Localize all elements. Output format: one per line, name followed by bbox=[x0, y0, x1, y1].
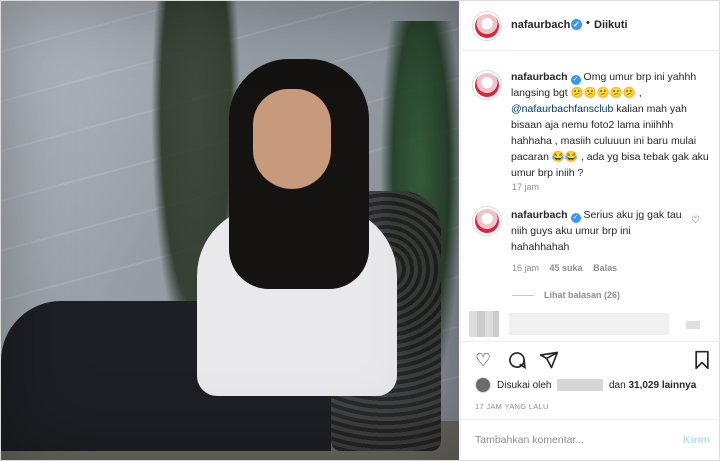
author-username[interactable]: nafaurbach bbox=[511, 19, 570, 31]
verified-badge-icon: ✓ bbox=[570, 213, 581, 223]
bookmark-icon[interactable] bbox=[693, 350, 711, 374]
liked-by-prefix: Disukai oleh bbox=[497, 380, 552, 391]
heart-icon[interactable]: ♡ bbox=[475, 350, 491, 370]
caption-text: nafaurbach ✓ Omg umur brp ini yahhh langs… bbox=[511, 69, 711, 181]
follow-status-button[interactable]: Diikuti bbox=[594, 19, 628, 31]
view-replies-label: Lihat balasan (26) bbox=[544, 290, 621, 300]
verified-badge-icon: ✓ bbox=[570, 75, 581, 85]
caption-username[interactable]: nafaurbach bbox=[511, 71, 568, 83]
caption-mention-link[interactable]: @nafaurbachfansclub bbox=[511, 103, 613, 115]
likes-count: 31,029 bbox=[628, 380, 660, 391]
likes-summary: Disukai oleh dan 31,029 lainnya bbox=[475, 377, 715, 395]
comment-input[interactable]: Tambahkan komentar... bbox=[475, 434, 584, 446]
send-button[interactable]: Kirim bbox=[683, 434, 710, 446]
comment-text: nafaurbach ✓ Serius aku jg gak tau niih g… bbox=[511, 207, 683, 255]
likes-rest[interactable]: dan 31,029 lainnya bbox=[609, 380, 696, 391]
comment-like-count[interactable]: 45 suka bbox=[550, 263, 583, 273]
separator-dot: • bbox=[586, 17, 590, 29]
liker-username-blurred[interactable] bbox=[557, 379, 603, 391]
blurred-heart bbox=[686, 321, 700, 329]
comment-username[interactable]: nafaurbach bbox=[511, 209, 568, 221]
comment-reply-button[interactable]: Balas bbox=[593, 263, 617, 273]
add-comment-bar: Tambahkan komentar... Kirim bbox=[461, 419, 720, 460]
photo-vignette bbox=[1, 1, 459, 460]
author-avatar[interactable] bbox=[473, 12, 501, 40]
caption-timestamp[interactable]: 17 jam bbox=[512, 182, 539, 192]
liker-avatar[interactable] bbox=[475, 377, 491, 393]
blurred-comment bbox=[461, 309, 720, 339]
verified-badge-icon: ✓ bbox=[571, 19, 582, 30]
comment-like-heart-icon[interactable]: ♡ bbox=[691, 215, 700, 226]
post-side-panel: nafaurbach ✓ • Diikuti nafaurbach ✓ Omg u… bbox=[460, 1, 720, 460]
post-date[interactable]: 17 JAM YANG LALU bbox=[475, 402, 549, 411]
action-bar: ♡ bbox=[461, 341, 720, 379]
blurred-text bbox=[509, 313, 669, 335]
blurred-avatar bbox=[469, 311, 499, 337]
post-header: nafaurbach ✓ • Diikuti bbox=[461, 1, 720, 51]
replies-divider bbox=[512, 295, 534, 297]
comment-timestamp[interactable]: 16 jam bbox=[512, 263, 539, 273]
comment-meta: 16 jam 45 suka Balas bbox=[512, 263, 625, 273]
share-icon[interactable] bbox=[539, 350, 559, 374]
comment-icon[interactable] bbox=[507, 350, 527, 374]
post-photo[interactable] bbox=[1, 1, 459, 460]
caption-avatar[interactable] bbox=[473, 71, 501, 99]
comment-avatar[interactable] bbox=[473, 207, 501, 235]
likes-conjunction: dan bbox=[609, 380, 626, 391]
view-replies-button[interactable]: Lihat balasan (26) bbox=[512, 290, 620, 300]
likes-suffix: lainnya bbox=[661, 380, 697, 391]
